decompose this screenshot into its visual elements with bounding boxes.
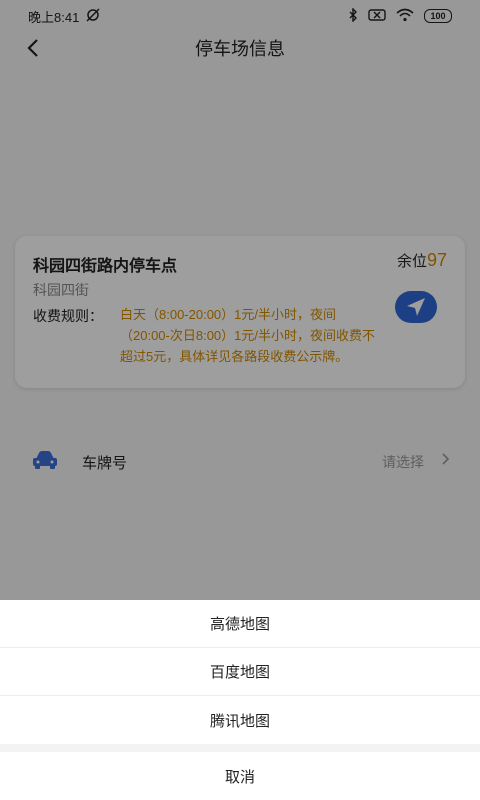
option-tencent-map[interactable]: 腾讯地图	[0, 696, 480, 744]
sheet-divider	[0, 744, 480, 752]
option-baidu-map[interactable]: 百度地图	[0, 648, 480, 696]
cancel-button[interactable]: 取消	[0, 752, 480, 800]
map-choice-sheet: 高德地图 百度地图 腾讯地图 取消	[0, 600, 480, 800]
option-amap[interactable]: 高德地图	[0, 600, 480, 648]
